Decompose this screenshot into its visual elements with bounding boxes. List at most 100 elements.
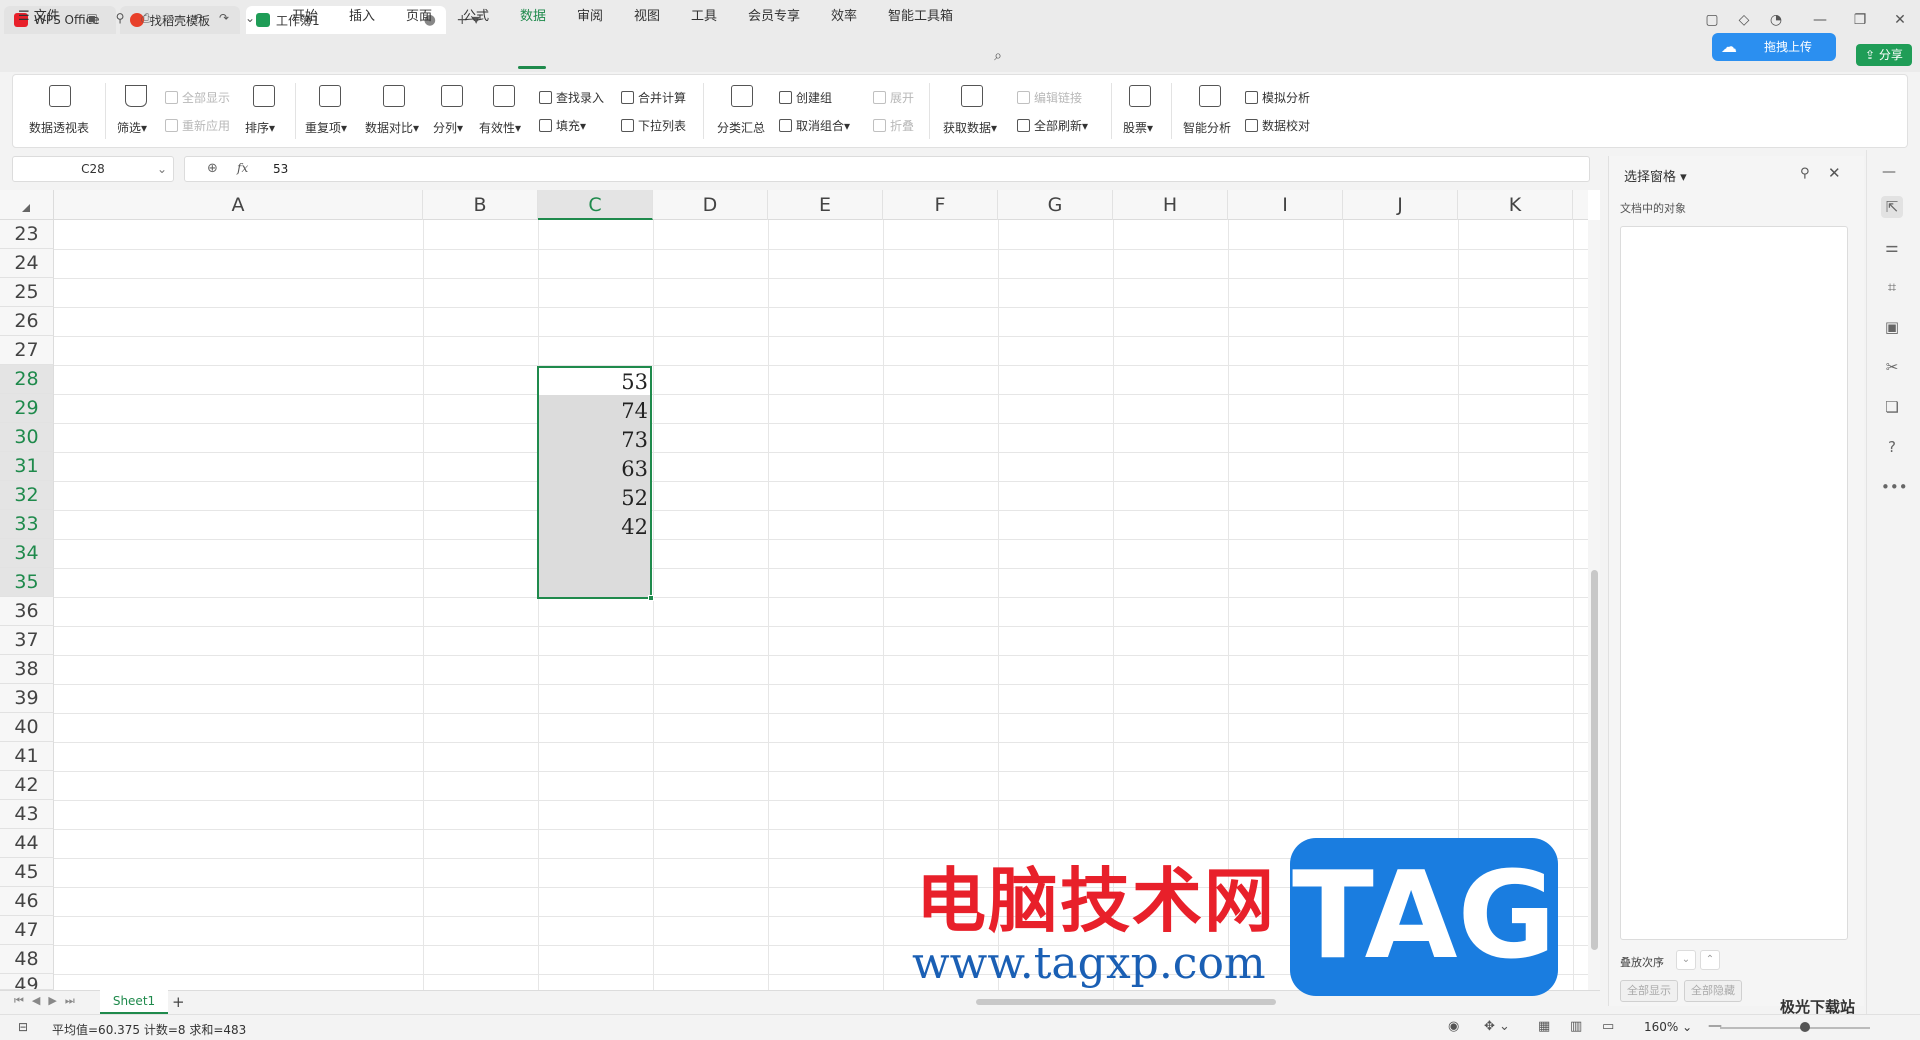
move-down-button[interactable]: ⌄ (1676, 950, 1696, 970)
avatar[interactable]: ◔ (1764, 8, 1788, 32)
zoom-out-icon[interactable]: — (1708, 1018, 1722, 1034)
column-header-b[interactable]: B (423, 190, 538, 220)
row-header[interactable]: 40 (0, 713, 54, 742)
fx-icon[interactable]: fx (237, 161, 248, 175)
hide-all-objects-button[interactable]: 全部隐藏 (1684, 980, 1742, 1002)
close-pane-icon[interactable]: ✕ (1828, 164, 1841, 182)
column-header-f[interactable]: F (883, 190, 998, 220)
menu-start[interactable]: 开始 (292, 6, 318, 28)
row-header[interactable]: 41 (0, 742, 54, 771)
properties-icon[interactable]: ⚌ (1881, 236, 1903, 258)
validity-button[interactable]: 有效性▾ (479, 119, 521, 136)
row-header[interactable]: 43 (0, 800, 54, 829)
menu-view[interactable]: 视图 (634, 6, 660, 28)
row-header[interactable]: 25 (0, 278, 54, 307)
minimize-icon[interactable]: — (1808, 8, 1832, 32)
help-icon[interactable]: ? (1881, 436, 1903, 458)
eye-protection-icon[interactable]: ◉ (1448, 1019, 1459, 1034)
zoom-formula-icon[interactable]: ⊕ (207, 161, 218, 176)
sort-button[interactable]: 排序▾ (245, 119, 275, 136)
menu-review[interactable]: 审阅 (577, 6, 603, 28)
filter-button[interactable]: 筛选▾ (117, 119, 147, 136)
column-header-e[interactable]: E (768, 190, 883, 220)
column-header-c[interactable]: C (538, 190, 653, 220)
row-header[interactable]: 45 (0, 858, 54, 887)
print-icon[interactable]: ⎙ (138, 10, 154, 26)
show-all-button[interactable]: 全部显示 (165, 89, 230, 106)
preview-icon[interactable]: ⌕ (164, 10, 180, 26)
cross-highlight-icon[interactable]: ✥ ⌄ (1484, 1019, 1510, 1034)
menu-efficiency[interactable]: 效率 (831, 6, 857, 28)
row-header[interactable]: 31 (0, 452, 54, 481)
row-header[interactable]: 42 (0, 771, 54, 800)
column-header-j[interactable]: J (1343, 190, 1458, 220)
column-header-h[interactable]: H (1113, 190, 1228, 220)
normal-view-icon[interactable]: ▦ (1538, 1019, 1550, 1034)
split-column-button[interactable]: 分列▾ (433, 119, 463, 136)
row-header[interactable]: 32 (0, 481, 54, 510)
cell-c32[interactable]: 52 (540, 484, 648, 513)
collapse-button[interactable]: 折叠 (873, 117, 914, 134)
name-box[interactable]: C28 ⌄ (12, 156, 174, 182)
row-header[interactable]: 34 (0, 539, 54, 568)
add-sheet-button[interactable]: + (172, 993, 185, 1011)
column-header-a[interactable]: A (54, 190, 423, 220)
menu-formula[interactable]: 公式 (463, 6, 489, 28)
menu-member[interactable]: 会员专享 (748, 6, 800, 28)
menu-tools[interactable]: 工具 (691, 6, 717, 28)
close-window-icon[interactable]: ✕ (1888, 8, 1912, 32)
page-layout-icon[interactable]: ▥ (1570, 1019, 1582, 1034)
more-icon[interactable]: ••• (1881, 476, 1908, 498)
row-header[interactable]: 47 (0, 916, 54, 945)
column-header-g[interactable]: G (998, 190, 1113, 220)
layout-icon[interactable]: ▢ (1700, 8, 1724, 32)
undo-icon[interactable]: ↶ (190, 10, 206, 26)
row-header[interactable]: 26 (0, 307, 54, 336)
pivot-table-button[interactable]: 数据透视表 (29, 119, 89, 136)
formula-input[interactable]: 53 (273, 162, 288, 176)
cell-c28[interactable]: 53 (540, 368, 648, 397)
row-header[interactable]: 27 (0, 336, 54, 365)
row-header[interactable]: 49 (0, 974, 54, 990)
select-cursor-icon[interactable]: ⇱ (1881, 196, 1903, 218)
row-header[interactable]: 38 (0, 655, 54, 684)
compare-button[interactable]: 数据对比▾ (365, 119, 419, 136)
smart-analysis-button[interactable]: 智能分析 (1183, 119, 1231, 136)
tools-icon[interactable]: ✂ (1881, 356, 1903, 378)
column-header-i[interactable]: I (1228, 190, 1343, 220)
create-group-button[interactable]: 创建组 (779, 89, 832, 106)
file-menu[interactable]: ☰ 文件 (18, 6, 60, 28)
edit-links-button[interactable]: 编辑链接 (1017, 89, 1082, 106)
expand-button[interactable]: 展开 (873, 89, 914, 106)
dropdown-list-button[interactable]: 下拉列表 (621, 117, 686, 134)
row-header[interactable]: 39 (0, 684, 54, 713)
zoom-slider[interactable] (1720, 1027, 1870, 1029)
row-header[interactable]: 23 (0, 220, 54, 249)
horizontal-scroll-thumb[interactable] (976, 999, 1276, 1005)
collapse-sidebar-icon[interactable]: — (1882, 164, 1896, 180)
zoom-slider-handle[interactable] (1800, 1022, 1810, 1032)
data-check-button[interactable]: 数据校对 (1245, 117, 1310, 134)
get-data-button[interactable]: 获取数据▾ (943, 119, 997, 136)
row-header[interactable]: 36 (0, 597, 54, 626)
row-header[interactable]: 48 (0, 945, 54, 974)
cube-icon[interactable]: ◇ (1732, 8, 1756, 32)
fill-handle[interactable] (648, 595, 654, 601)
comment-icon[interactable]: ⌗ (1881, 276, 1903, 298)
cell-c30[interactable]: 73 (540, 426, 648, 455)
more-quick-icon[interactable]: ⌄ (242, 10, 258, 26)
vertical-scroll-thumb[interactable] (1591, 570, 1598, 950)
stocks-button[interactable]: 股票▾ (1123, 119, 1153, 136)
row-header[interactable]: 37 (0, 626, 54, 655)
row-header[interactable]: 30 (0, 423, 54, 452)
redo-icon[interactable]: ↷ (216, 10, 232, 26)
duplicates-button[interactable]: 重复项▾ (305, 119, 347, 136)
row-header[interactable]: 46 (0, 887, 54, 916)
pin-icon[interactable]: ⚲ (1800, 166, 1810, 181)
ungroup-button[interactable]: 取消组合▾ (779, 117, 850, 134)
fill-button[interactable]: 填充▾ (539, 117, 586, 134)
page-break-icon[interactable]: ▭ (1602, 1019, 1614, 1034)
link-icon[interactable]: ⚲ (112, 10, 128, 26)
selection-pane-title[interactable]: 选择窗格 ▾ (1624, 166, 1687, 185)
menu-insert[interactable]: 插入 (349, 6, 375, 28)
